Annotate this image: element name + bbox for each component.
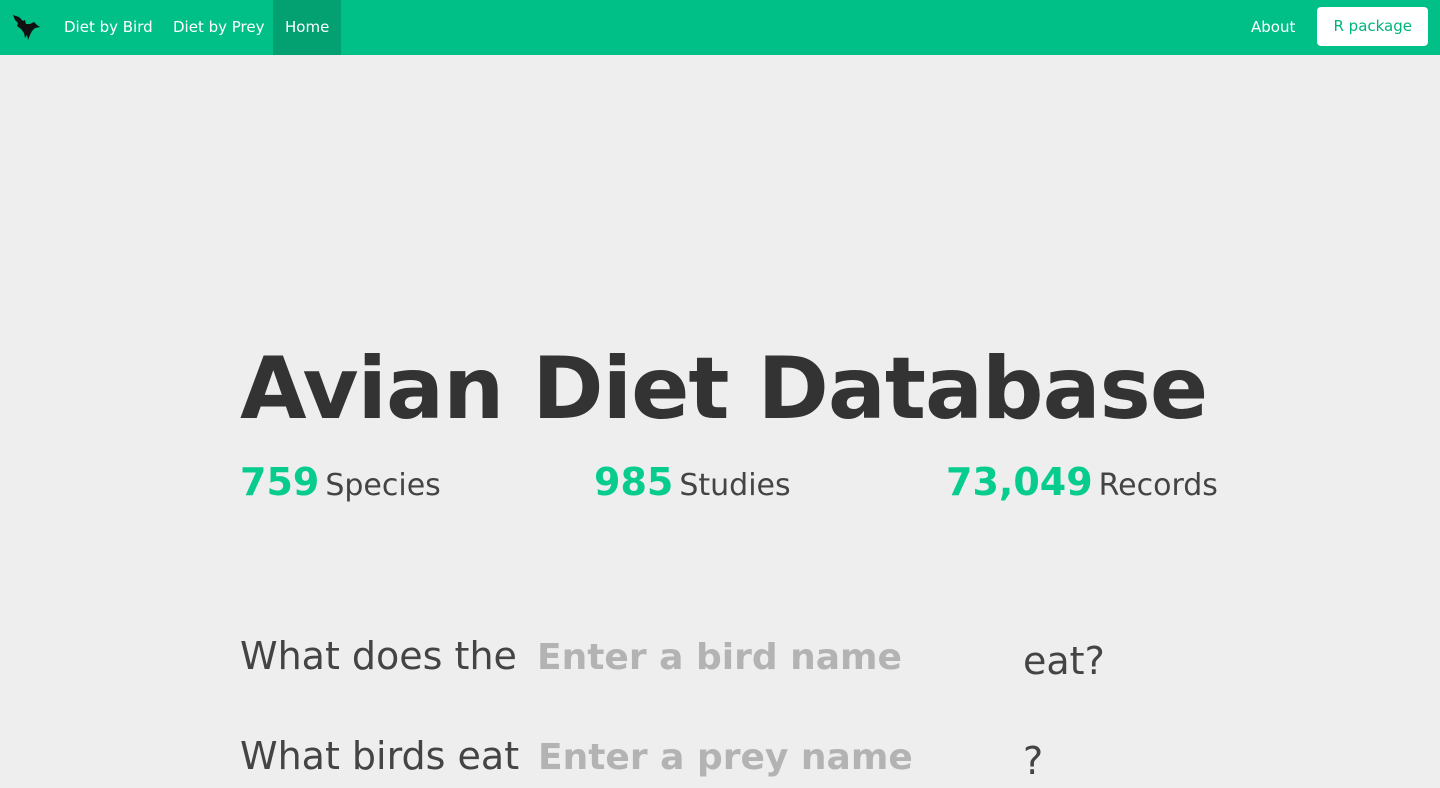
- stat-records: 73,049 Records: [946, 458, 1218, 514]
- bird-query-prefix: What does the: [240, 634, 517, 678]
- stat-species-label: Species: [325, 468, 441, 503]
- stat-studies: 985 Studies: [594, 458, 791, 514]
- page-title: Avian Diet Database: [240, 339, 1208, 439]
- top-navbar: Diet by Bird Diet by Prey Home About R p…: [0, 0, 1440, 55]
- prey-name-input[interactable]: [538, 732, 1008, 782]
- nav-home[interactable]: Home: [273, 0, 342, 55]
- nav-diet-by-bird[interactable]: Diet by Bird: [52, 0, 165, 55]
- bird-name-input[interactable]: [537, 632, 1007, 682]
- stat-studies-label: Studies: [679, 468, 791, 503]
- r-package-button[interactable]: R package: [1317, 7, 1428, 46]
- stat-records-value: 73,049: [946, 460, 1093, 504]
- stat-studies-value: 985: [594, 460, 674, 504]
- nav-about[interactable]: About: [1239, 0, 1307, 55]
- prey-query-prefix: What birds eat: [240, 734, 520, 778]
- stat-species: 759 Species: [240, 458, 441, 514]
- nav-diet-by-prey[interactable]: Diet by Prey: [161, 0, 277, 55]
- prey-query-suffix: ?: [1023, 739, 1044, 783]
- stat-species-value: 759: [240, 460, 320, 504]
- stat-records-label: Records: [1098, 468, 1218, 503]
- bird-query-suffix: eat?: [1023, 639, 1105, 683]
- bird-silhouette-icon[interactable]: [10, 11, 42, 43]
